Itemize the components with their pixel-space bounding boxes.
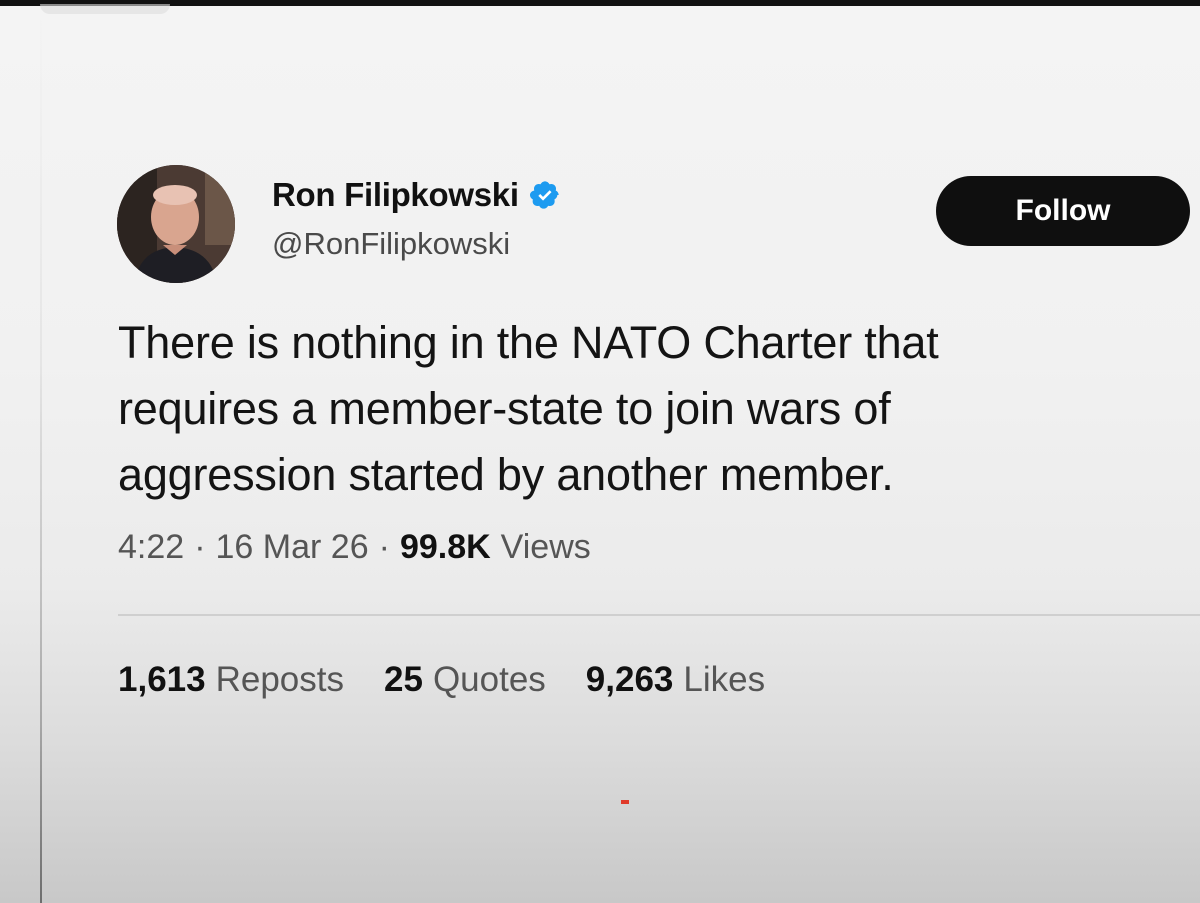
screen-top-bar: [0, 0, 1200, 14]
likes-stat[interactable]: 9,263 Likes: [586, 660, 765, 700]
reposts-count: 1,613: [118, 660, 206, 699]
likes-label: Likes: [683, 660, 766, 699]
screen-left-edge: [40, 6, 42, 903]
meta-separator: ·: [194, 528, 206, 566]
follow-button[interactable]: Follow: [936, 176, 1190, 246]
views-count: 99.8K: [399, 528, 491, 566]
quotes-count: 25: [384, 660, 423, 699]
divider: [118, 614, 1200, 616]
avatar-image: [117, 165, 235, 283]
tweet-meta: 4:22 · 16 Mar 26 · 99.8K Views: [118, 528, 591, 567]
views-label: Views: [500, 528, 591, 566]
author-handle[interactable]: @RonFilipkowski: [272, 226, 510, 262]
tweet-date[interactable]: 16 Mar 26: [216, 528, 369, 567]
likes-count: 9,263: [585, 660, 674, 699]
tweet-text: There is nothing in the NATO Charter tha…: [118, 317, 939, 500]
tweet-stats: 1,613 Reposts 25 Quotes 9,263 Likes: [118, 660, 765, 700]
reposts-label: Reposts: [215, 660, 344, 699]
quotes-stat[interactable]: 25 Quotes: [384, 660, 546, 700]
tweet-time[interactable]: 4:22: [118, 528, 184, 567]
red-artifact-mark: [621, 800, 629, 804]
author-display-name[interactable]: Ron Filipkowski: [272, 176, 519, 214]
meta-separator: ·: [378, 528, 390, 566]
author-name-row[interactable]: Ron Filipkowski: [272, 176, 561, 214]
quotes-label: Quotes: [432, 660, 546, 699]
reposts-stat[interactable]: 1,613 Reposts: [118, 660, 344, 700]
avatar[interactable]: [117, 165, 235, 283]
verified-badge-icon: [529, 179, 561, 211]
